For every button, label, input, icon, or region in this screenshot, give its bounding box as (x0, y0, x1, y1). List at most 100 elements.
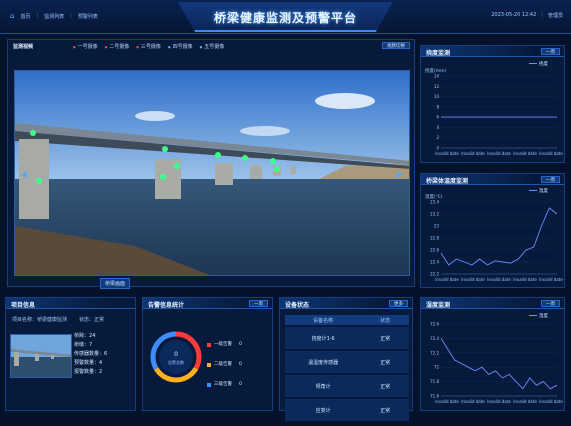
series-line (440, 207, 558, 266)
camera-tab-1[interactable]: 一号摄像 (73, 43, 98, 50)
humidity-range-button[interactable]: 一周 (541, 300, 560, 307)
humidity-panel: 湿度监测 一周 湿度 71.6 71.8 72 72.2 72.4 72.6 Invalid… (420, 297, 565, 411)
x-tick-label: Invalid date (487, 277, 511, 282)
bridge-photo: ◀ ▶ (14, 70, 410, 276)
x-tick-label: Invalid date (461, 151, 485, 156)
temperature-title: 桥梁体温度监测 (426, 178, 469, 185)
deflection-chart: 02468101214Invalid date Invalid date Inval… (434, 74, 563, 157)
project-stats: 桥跨：24 桥墩：7 传感器数量：6 预警数量：4 报警数量：2 (74, 332, 107, 377)
y-tick-label: 2 (436, 135, 439, 140)
switch-video-button[interactable]: 视频切换 (382, 42, 410, 49)
project-panel: 项目信息 项目名称：桥梁健康监测 状态：正常 桥跨：24 桥墩：7 传感器数量：… (5, 297, 136, 411)
alarm-donut: 0 告警总数 (150, 331, 202, 383)
x-tick-label: Invalid date (435, 151, 459, 156)
alarm-title: 告警信息统计 (148, 302, 185, 309)
x-tick-label: Invalid date (513, 399, 537, 404)
nav-item-home[interactable]: 首页 (20, 13, 30, 20)
temperature-panel: 桥梁体温度监测 一周 温度 温度(℃) 22.2 22.4 22.6 22.8 23 23… (420, 173, 565, 288)
x-tick-label: Invalid date (435, 399, 459, 404)
y-tick-label: 8 (436, 104, 439, 109)
series-line (440, 338, 558, 390)
y-tick-label: 22.2 (430, 272, 439, 277)
humidity-legend: 湿度 (529, 313, 548, 319)
home-icon[interactable]: ⌂ (10, 12, 14, 20)
deflection-range-button[interactable]: 一周 (541, 48, 560, 55)
header-nav: ⌂ 首页 | 监测列表 | 预警列表 (10, 12, 98, 20)
y-tick-label: 71.6 (430, 394, 439, 399)
camera-tab-5[interactable]: 五号摄像 (200, 43, 224, 50)
y-tick-label: 72 (434, 365, 440, 370)
video-label: 监测视频 (13, 43, 34, 50)
device-title: 设备状态 (285, 302, 310, 309)
alarm-panel: 告警信息统计 一周 0 告警总数 一级告警 0 二级告警 0 三级告警 0 (142, 297, 273, 411)
camera-list: 一号摄像 二号摄像 三号摄像 四号摄像 五号摄像 (73, 43, 225, 50)
humidity-title: 湿度监测 (426, 302, 451, 309)
x-tick-label: Invalid date (539, 151, 563, 156)
title-banner: 桥梁健康监测及预警平台 (178, 2, 393, 32)
y-tick-label: 10 (434, 94, 440, 99)
x-tick-label: Invalid date (461, 399, 485, 404)
project-thumbnail[interactable] (10, 334, 72, 378)
y-tick-label: 22.8 (430, 236, 439, 241)
camera-tab-2[interactable]: 二号摄像 (105, 43, 129, 50)
photo-caption: 桥梁画面 (100, 278, 131, 289)
table-row[interactable]: 倾角计 正常 (285, 375, 409, 397)
datetime: 2023-05-20 12:42 (491, 12, 537, 18)
deflection-title: 挠度监测 (426, 50, 451, 57)
alarm-level-2: 二级告警 0 (207, 355, 242, 375)
project-status: 状态：正常 (79, 317, 105, 323)
y-tick-label: 6 (436, 115, 439, 120)
x-tick-label: Invalid date (539, 277, 563, 282)
stat-row: 桥跨：24 (74, 333, 96, 339)
y-tick-label: 0 (436, 146, 439, 151)
user-name[interactable]: 管理员 (548, 12, 563, 19)
video-toolbar: 监测视频 一号摄像 二号摄像 三号摄像 四号摄像 五号摄像 视频切换 (8, 40, 414, 52)
x-tick-label: Invalid date (487, 399, 511, 404)
alarm-total-label: 告警总数 (168, 359, 184, 365)
y-tick-label: 12 (434, 84, 440, 89)
stat-row: 传感器数量：6 (74, 351, 108, 357)
bridge-scene: ◀ ▶ (15, 71, 409, 275)
x-tick-label: Invalid date (487, 151, 511, 156)
device-table: 设备名称 状态 挠度计1-6 正常 温湿度传感器 正常 倾角计 正常 应变计 正… (285, 315, 409, 423)
table-row[interactable]: 温湿度传感器 正常 (285, 351, 409, 373)
project-info: 项目名称：桥梁健康监测 状态：正常 (12, 316, 104, 323)
camera-tab-4[interactable]: 四号摄像 (168, 43, 193, 50)
humidity-chart: 71.671.87272.272.472.6Invalid date Invali… (430, 322, 563, 405)
y-tick-label: 14 (434, 74, 440, 79)
device-more-button[interactable]: 更多 (389, 300, 408, 307)
project-name: 项目名称：桥梁健康监测 (12, 317, 68, 323)
y-tick-label: 72.2 (430, 350, 439, 355)
stat-row: 预警数量：4 (74, 360, 103, 366)
table-header: 设备名称 状态 (285, 315, 409, 325)
temperature-legend: 温度 (529, 188, 548, 194)
video-panel: 监测视频 一号摄像 二号摄像 三号摄像 四号摄像 五号摄像 视频切换 (7, 39, 415, 289)
x-tick-label: Invalid date (435, 277, 459, 282)
alarm-legend: 一级告警 0 二级告警 0 三级告警 0 (207, 335, 242, 395)
nav-item-warning[interactable]: 预警列表 (78, 13, 98, 20)
camera-tab-3[interactable]: 三号摄像 (136, 43, 161, 50)
table-row[interactable]: 应变计 正常 (285, 399, 409, 421)
y-tick-label: 23 (434, 224, 440, 229)
alarm-level-3: 三级告警 0 (207, 375, 242, 395)
y-tick-label: 22.4 (430, 260, 439, 265)
nav-item-monitor[interactable]: 监测列表 (44, 13, 64, 20)
page-title: 桥梁健康监测及预警平台 (213, 11, 357, 25)
stat-row: 桥墩：7 (74, 342, 93, 348)
device-panel: 设备状态 更多 设备名称 状态 挠度计1-6 正常 温湿度传感器 正常 倾角计 … (279, 297, 413, 421)
y-tick-label: 71.8 (430, 379, 439, 384)
temperature-range-button[interactable]: 一周 (541, 176, 560, 183)
y-tick-label: 23.2 (430, 212, 439, 217)
x-tick-label: Invalid date (513, 277, 537, 282)
alarm-range-button[interactable]: 一周 (249, 300, 268, 307)
y-tick-label: 4 (436, 125, 439, 130)
alarm-total: 0 (174, 351, 178, 358)
deflection-panel: 挠度监测 一周 挠度 挠度(mm) 0 2 4 6 8 10 12 14 Invalid dat… (420, 45, 565, 163)
header-status: 2023-05-20 12:42 | 管理员 (491, 12, 563, 19)
y-tick-label: 72.6 (430, 322, 439, 327)
alarm-level-1: 一级告警 0 (207, 335, 242, 355)
app-header: ⌂ 首页 | 监测列表 | 预警列表 桥梁健康监测及预警平台 2023-05-2… (0, 0, 571, 34)
table-row[interactable]: 挠度计1-6 正常 (285, 327, 409, 349)
prev-arrow-icon: ◀ (21, 170, 28, 179)
project-title: 项目信息 (11, 302, 36, 309)
